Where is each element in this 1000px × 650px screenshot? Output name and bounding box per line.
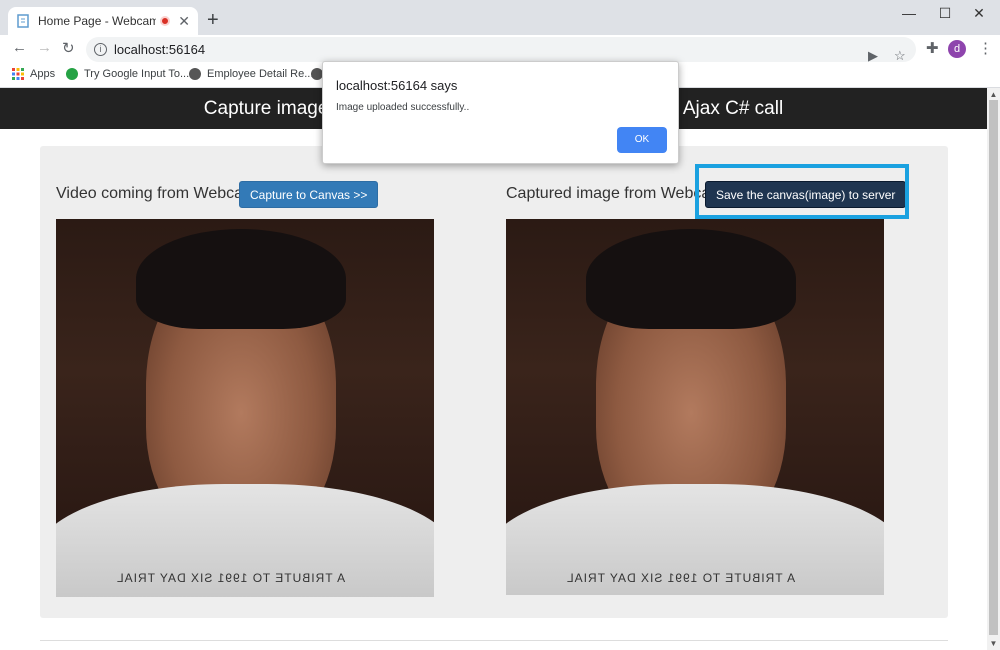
- address-bar[interactable]: i localhost:56164 ▶ ☆: [86, 37, 916, 63]
- bookmark-label: Apps: [30, 68, 56, 80]
- scroll-down-icon[interactable]: ▼: [987, 639, 1000, 648]
- webcam-panel: Video coming from Webcam Capture to Canv…: [40, 146, 948, 618]
- extensions-icon[interactable]: ✚: [926, 39, 939, 57]
- dialog-ok-button[interactable]: OK: [617, 127, 667, 153]
- site-info-icon[interactable]: i: [94, 43, 107, 56]
- bookmark-apps[interactable]: Apps: [12, 68, 55, 80]
- save-button-highlight: [695, 164, 909, 219]
- url-text: localhost:56164: [114, 42, 206, 57]
- close-window-icon[interactable]: ✕: [956, 0, 1000, 28]
- scrollbar-thumb[interactable]: [989, 100, 998, 635]
- shirt-print: A TRIBUTE TO 1991 SIX DAY TRIAL: [566, 571, 796, 585]
- globe-icon: [189, 68, 201, 80]
- browser-tab-bar: Home Page - Webcam Captu ✕ + — ☐ ✕: [0, 0, 1000, 35]
- bookmark-label: Try Google Input To...: [84, 68, 190, 80]
- back-icon[interactable]: ←: [12, 39, 27, 56]
- footer-divider: [40, 640, 948, 641]
- page-favicon-icon: [17, 14, 29, 28]
- menu-icon[interactable]: ⋮: [978, 39, 993, 57]
- video-label: Video coming from Webcam: [56, 185, 257, 202]
- reload-icon[interactable]: ↻: [62, 39, 75, 57]
- captured-label: Captured image from Webcam: [506, 185, 724, 202]
- close-tab-icon[interactable]: ✕: [178, 13, 190, 30]
- profile-avatar[interactable]: d: [948, 40, 966, 58]
- alert-dialog: localhost:56164 says Image uploaded succ…: [322, 61, 679, 164]
- bookmark-label: Employee Detail Re...: [207, 68, 314, 80]
- whatsapp-icon: [66, 68, 78, 80]
- dialog-message: Image uploaded successfully..: [336, 102, 470, 113]
- hair-image: [136, 229, 346, 329]
- dialog-title: localhost:56164 says: [336, 78, 458, 93]
- tab-title: Home Page - Webcam Captu: [38, 14, 157, 28]
- bookmark-google-input[interactable]: Try Google Input To...: [66, 68, 189, 80]
- page-scrollbar[interactable]: ▲ ▼: [987, 88, 1000, 650]
- web-page: Capture image from Webcam and save it to…: [0, 88, 987, 650]
- new-tab-button[interactable]: +: [207, 9, 219, 32]
- browser-toolbar: ← → ↻ i localhost:56164 ▶ ☆ ✚ ⋮: [0, 35, 1000, 64]
- capture-to-canvas-button[interactable]: Capture to Canvas >>: [239, 181, 379, 208]
- recording-indicator-icon: [160, 16, 171, 26]
- scroll-up-icon[interactable]: ▲: [987, 90, 1000, 99]
- captured-canvas: A TRIBUTE TO 1991 SIX DAY TRIAL: [506, 219, 884, 595]
- webcam-video: A TRIBUTE TO 1991 SIX DAY TRIAL: [56, 219, 434, 597]
- bookmark-employee-detail[interactable]: Employee Detail Re...: [189, 68, 313, 80]
- shirt-print: A TRIBUTE TO 1991 SIX DAY TRIAL: [116, 571, 346, 585]
- browser-tab[interactable]: Home Page - Webcam Captu ✕: [8, 7, 198, 35]
- apps-grid-icon: [12, 68, 24, 80]
- hair-image: [586, 229, 796, 329]
- forward-icon[interactable]: →: [37, 39, 52, 56]
